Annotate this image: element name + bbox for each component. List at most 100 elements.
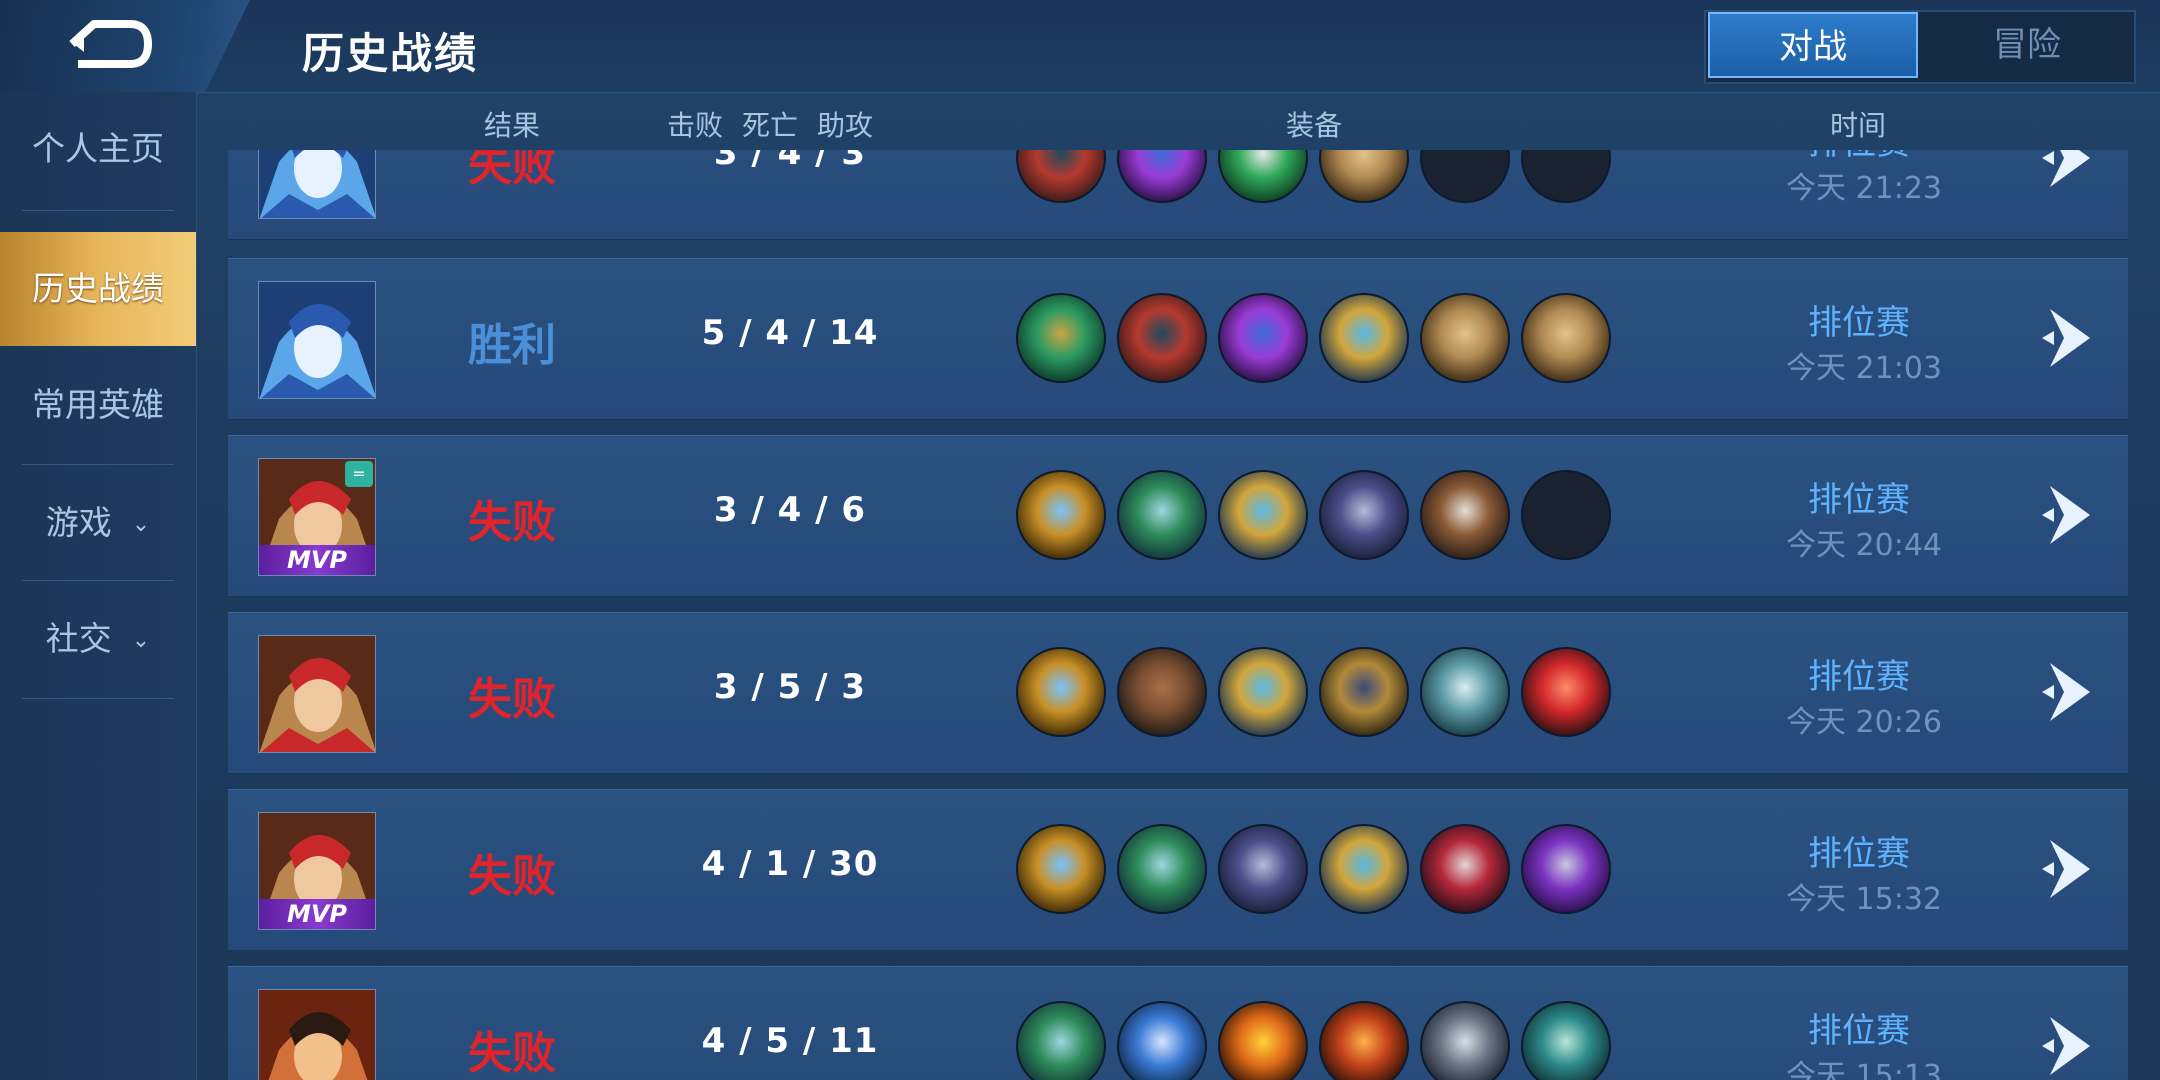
jade-sword-icon[interactable] xyxy=(1521,1001,1611,1080)
match-result: 失败 xyxy=(468,851,556,902)
red-claw-icon[interactable] xyxy=(1420,824,1510,914)
divider xyxy=(22,210,174,211)
col-header-kills: 击败 xyxy=(667,109,724,142)
match-detail-arrow-icon[interactable] xyxy=(2040,150,2096,191)
sidebar-item-game[interactable]: 游戏 ⌄ xyxy=(0,466,196,580)
green-mask-icon[interactable] xyxy=(1218,150,1308,203)
page-title: 历史战绩 xyxy=(302,29,479,78)
purple-dragon-icon[interactable] xyxy=(1218,293,1308,383)
chevron-down-icon: ⌄ xyxy=(131,511,151,537)
sidebar-item-label: 个人主页 xyxy=(32,129,164,168)
role-badge: = xyxy=(345,461,373,487)
sidebar-item-profile[interactable]: 个人主页 xyxy=(0,92,196,206)
kda-score: 5 / 4 / 14 xyxy=(701,313,879,353)
sidebar-item-label: 历史战绩 xyxy=(32,269,164,308)
fire-axe-icon[interactable] xyxy=(1319,1001,1409,1080)
hero-portrait: MVP xyxy=(258,812,376,930)
wooden-shield-icon[interactable] xyxy=(1521,293,1611,383)
hero-portrait xyxy=(258,989,376,1080)
sidebar-item-label: 常用英雄 xyxy=(32,385,164,424)
sidebar: 个人主页 历史战绩 常用英雄 游戏 ⌄ 社交 ⌄ xyxy=(0,92,197,1080)
golden-wing-icon[interactable] xyxy=(1218,647,1308,737)
match-row[interactable]: 失败 3 / 5 / 3 排位赛 今天 20:26 xyxy=(228,612,2128,774)
purple-dragon-icon[interactable] xyxy=(1117,150,1207,203)
tab-adventure[interactable]: 冒险 xyxy=(1922,12,2132,78)
green-amulet-icon[interactable] xyxy=(1016,293,1106,383)
match-row[interactable]: MVP = 失败 3 / 4 / 6 排位赛今天 20:44 xyxy=(228,435,2128,597)
red-boots-icon[interactable] xyxy=(1117,293,1207,383)
match-row[interactable]: 失败 4 / 5 / 11 排位赛 今天 15:13 xyxy=(228,966,2128,1080)
col-header-deaths: 死亡 xyxy=(742,109,799,142)
red-gem-icon[interactable] xyxy=(1521,647,1611,737)
golden-helm-icon[interactable] xyxy=(1016,470,1106,560)
col-header-assists: 助攻 xyxy=(817,109,874,142)
empty-slot-icon xyxy=(1521,150,1611,203)
kda-score: 3 / 4 / 6 xyxy=(713,490,867,530)
match-detail-arrow-icon[interactable] xyxy=(2040,482,2096,548)
silver-belt-icon[interactable] xyxy=(1420,647,1510,737)
match-detail-arrow-icon[interactable] xyxy=(2040,305,2096,371)
sidebar-item-social[interactable]: 社交 ⌄ xyxy=(0,582,196,696)
hero-avatar-icon xyxy=(259,990,375,1080)
hero-portrait xyxy=(258,635,376,753)
match-row[interactable]: 失败 3 / 4 / 3 排位赛今天 21:23 xyxy=(228,150,2128,240)
green-boots-icon[interactable] xyxy=(1016,1001,1106,1080)
match-result: 胜利 xyxy=(468,320,556,371)
wooden-shield-icon[interactable] xyxy=(1319,150,1409,203)
dark-armor-icon[interactable] xyxy=(1319,470,1409,560)
blue-trident-icon[interactable] xyxy=(1117,1001,1207,1080)
back-arrow-icon xyxy=(69,20,152,68)
match-result: 失败 xyxy=(468,1028,556,1079)
match-detail-arrow-icon[interactable] xyxy=(2040,1013,2096,1079)
grey-spear-icon[interactable] xyxy=(1420,1001,1510,1080)
match-time: 今天 20:44 xyxy=(1786,528,1942,563)
green-boots-icon[interactable] xyxy=(1117,824,1207,914)
sidebar-item-history[interactable]: 历史战绩 xyxy=(0,232,196,346)
hero-portrait: MVP = xyxy=(258,458,376,576)
match-result: 失败 xyxy=(468,497,556,548)
match-detail-arrow-icon[interactable] xyxy=(2040,659,2096,725)
match-time: 今天 21:03 xyxy=(1786,351,1942,386)
divider xyxy=(22,464,174,465)
sidebar-item-heroes[interactable]: 常用英雄 xyxy=(0,348,196,462)
hero-avatar-icon xyxy=(259,150,375,218)
back-button[interactable] xyxy=(0,0,250,92)
empty-slot-icon xyxy=(1420,150,1510,203)
wooden-shield-icon[interactable] xyxy=(1420,293,1510,383)
brown-boots-icon[interactable] xyxy=(1117,647,1207,737)
fire-bow-icon[interactable] xyxy=(1218,1001,1308,1080)
match-mode: 排位赛 xyxy=(1808,480,1910,520)
match-time: 今天 20:26 xyxy=(1786,705,1942,740)
match-detail-arrow-icon[interactable] xyxy=(2040,836,2096,902)
match-list[interactable]: 失败3 / 4 / 3排位赛今天 21:23 胜利5 / 4 / 14排位赛今天… xyxy=(228,150,2128,1080)
leather-vest-icon[interactable] xyxy=(1420,470,1510,560)
empty-slot-icon xyxy=(1521,470,1611,560)
divider xyxy=(22,580,174,581)
red-boots-icon[interactable] xyxy=(1016,150,1106,203)
col-header-equipment: 装备 xyxy=(1286,109,1343,142)
match-mode: 排位赛 xyxy=(1808,657,1910,697)
col-header-time: 时间 xyxy=(1830,109,1887,142)
hero-avatar-icon xyxy=(259,282,375,398)
golden-helm-icon[interactable] xyxy=(1016,647,1106,737)
dark-armor-icon[interactable] xyxy=(1218,824,1308,914)
match-mode: 排位赛 xyxy=(1808,1011,1910,1051)
mode-tabs: 对战 冒险 xyxy=(1704,10,2136,84)
match-row[interactable]: 胜利 5 / 4 / 14 排位赛今天 21:03 xyxy=(228,258,2128,420)
golden-wing-icon[interactable] xyxy=(1218,470,1308,560)
green-boots-icon[interactable] xyxy=(1117,470,1207,560)
sidebar-item-label: 游戏 xyxy=(45,503,112,542)
golden-helm-icon[interactable] xyxy=(1016,824,1106,914)
gold-armor-icon[interactable] xyxy=(1319,647,1409,737)
purple-gauntlet-icon[interactable] xyxy=(1521,824,1611,914)
tab-battle[interactable]: 对战 xyxy=(1708,12,1918,78)
kda-score: 4 / 1 / 30 xyxy=(701,844,879,884)
golden-wing-icon[interactable] xyxy=(1319,824,1409,914)
match-mode: 排位赛 xyxy=(1808,150,2048,164)
hero-portrait xyxy=(258,150,376,219)
kda-score: 3 / 4 / 3 xyxy=(713,150,867,173)
match-mode: 排位赛 xyxy=(1808,303,1910,343)
match-row[interactable]: MVP 失败 4 / 1 / 30 排位赛 今天 15:32 xyxy=(228,789,2128,951)
chevron-down-icon: ⌄ xyxy=(131,627,151,653)
golden-wing-icon[interactable] xyxy=(1319,293,1409,383)
